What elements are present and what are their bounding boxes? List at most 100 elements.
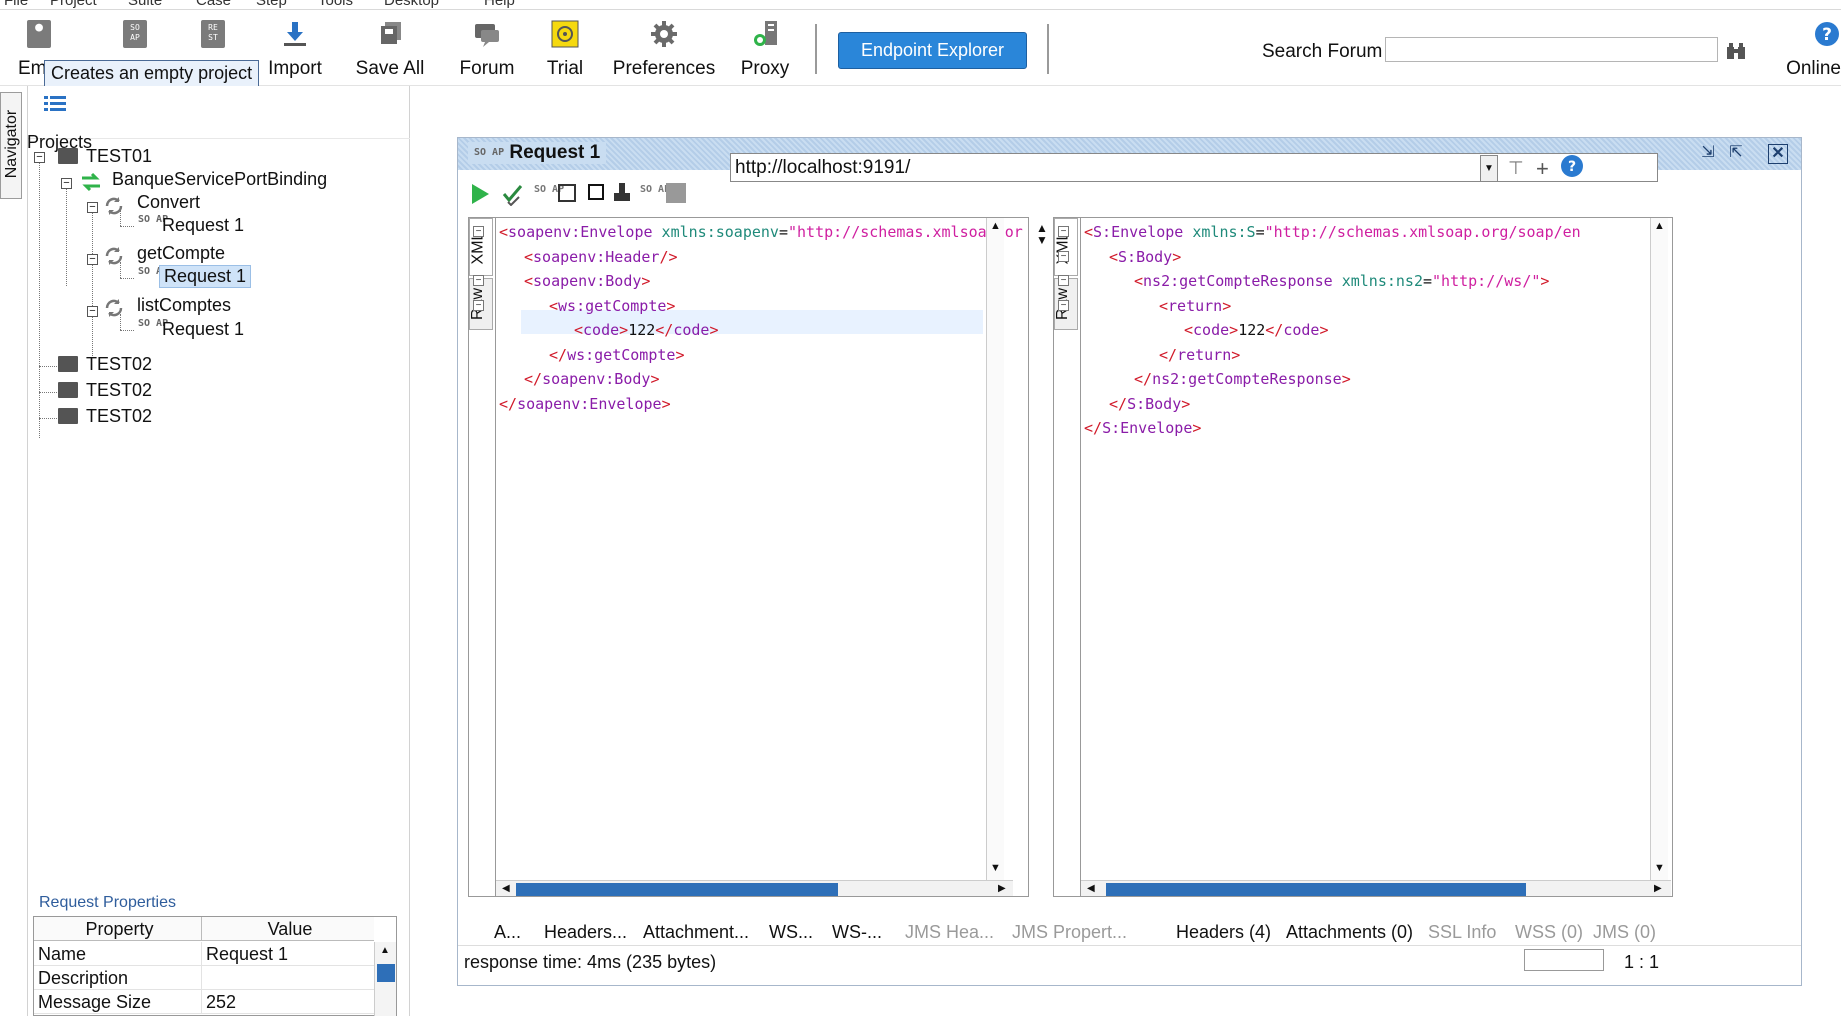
close-icon[interactable]: ✕ (1768, 144, 1788, 164)
scroll-thumb[interactable] (377, 964, 395, 982)
scroll-left-icon[interactable]: ◀ (1087, 883, 1095, 894)
operation-convert[interactable]: Convert (137, 192, 200, 213)
interface-binding[interactable]: BanqueServicePortBinding (112, 169, 327, 190)
forum-button[interactable]: Forum (450, 10, 524, 86)
code-line[interactable]: </ws:getCompte> (549, 343, 684, 367)
code-line[interactable]: <return> (1159, 294, 1231, 318)
operation-getcompte[interactable]: getCompte (137, 243, 225, 264)
scroll-up-icon[interactable]: ▲ (1654, 220, 1665, 232)
fold-toggle[interactable]: − (1058, 275, 1069, 286)
help-icon[interactable]: ? (1560, 154, 1584, 183)
column-header-property[interactable]: Property (34, 917, 202, 941)
cancel-icon[interactable] (666, 183, 686, 203)
property-value[interactable] (202, 966, 374, 990)
scroll-thumb[interactable] (1106, 883, 1526, 896)
table-row[interactable]: Message Size 252 (34, 990, 374, 1014)
code-line[interactable]: <code>122</code> (574, 318, 719, 342)
request-listcomptes-1[interactable]: Request 1 (162, 319, 244, 340)
endpoint-explorer-button[interactable]: Endpoint Explorer (838, 32, 1027, 69)
fold-toggle[interactable]: − (473, 275, 484, 286)
online-help-button[interactable]: ? Online (1775, 10, 1841, 86)
tab-auth[interactable]: A... (494, 922, 521, 943)
maximize-icon[interactable]: ⇱ (1726, 144, 1746, 164)
response-vscroll[interactable]: ▲ ▼ (1650, 218, 1668, 880)
code-line[interactable]: <S:Envelope xmlns:S="http://schemas.xmls… (1084, 220, 1581, 244)
table-row[interactable]: Description (34, 966, 374, 990)
fold-toggle[interactable]: − (473, 226, 484, 237)
code-line[interactable]: </return> (1159, 343, 1240, 367)
menu-help[interactable]: Help (484, 0, 515, 9)
code-line[interactable]: <code>122</code> (1184, 318, 1329, 342)
project-test02[interactable]: TEST02 (86, 354, 152, 375)
tab-jms-properties[interactable]: JMS Propert... (1012, 922, 1127, 943)
code-line[interactable]: </ns2:getCompteResponse> (1134, 367, 1351, 391)
request-xml-content[interactable]: − <soapenv:Envelope xmlns:soapenv="http:/… (473, 220, 1023, 870)
add-icon[interactable]: + (1536, 156, 1549, 182)
fold-toggle[interactable]: − (1058, 226, 1069, 237)
code-line[interactable]: <ns2:getCompteResponse xmlns:ns2="http:/… (1134, 269, 1549, 293)
splitter-arrows-icon[interactable]: ▲ ▼ (1036, 222, 1048, 262)
fold-toggle[interactable]: − (1058, 299, 1069, 311)
expand-toggle[interactable]: − (34, 152, 45, 163)
list-view-icon[interactable] (44, 94, 66, 112)
import-button[interactable]: Import (260, 10, 330, 86)
property-value[interactable]: Request 1 (202, 942, 374, 966)
scroll-up-icon[interactable]: ▲ (380, 945, 390, 956)
tab-ssl-info[interactable]: SSL Info (1428, 922, 1496, 943)
table-row[interactable]: Name Request 1 (34, 942, 374, 966)
scroll-down-icon[interactable]: ▼ (990, 862, 1001, 874)
column-header-value[interactable]: Value (202, 917, 374, 941)
project-test02[interactable]: TEST02 (86, 406, 152, 427)
fit-icon[interactable] (558, 184, 576, 202)
property-value[interactable]: 252 (202, 990, 374, 1014)
add-assertion-icon[interactable] (502, 182, 524, 211)
menu-desktop[interactable]: Desktop (384, 0, 439, 9)
tab-wss[interactable]: WSS (0) (1515, 922, 1583, 943)
scroll-down-icon[interactable]: ▼ (1654, 862, 1665, 874)
response-editor[interactable]: XML Raw −<S:Envelope xmlns:S="http://sch… (1053, 217, 1673, 897)
response-xml-content[interactable]: − <S:Envelope xmlns:S="http://schemas.xml… (1058, 220, 1650, 870)
preferences-button[interactable]: Preferences (610, 10, 718, 86)
url-dropdown-icon[interactable]: ▼ (1480, 155, 1498, 182)
menu-step[interactable]: Step (256, 0, 287, 9)
code-line[interactable]: <soapenv:Header/> (524, 245, 678, 269)
request-getcompte-1[interactable]: Request 1 (159, 265, 252, 288)
project-test01[interactable]: TEST01 (86, 146, 152, 167)
expand-toggle[interactable]: − (61, 178, 72, 189)
tab-request-attachments[interactable]: Attachment... (643, 922, 749, 943)
menu-tools[interactable]: Tools (318, 0, 353, 9)
code-line[interactable]: </soapenv:Body> (524, 367, 659, 391)
scroll-thumb[interactable] (516, 883, 838, 896)
menu-case[interactable]: Case (196, 0, 231, 9)
tab-ws-rm[interactable]: WS-... (832, 922, 882, 943)
navigator-tab[interactable]: Navigator (0, 92, 22, 199)
expand-toggle[interactable]: − (87, 306, 98, 317)
stop-icon[interactable] (588, 184, 604, 200)
code-line[interactable]: </S:Body> (1109, 392, 1190, 416)
scroll-left-icon[interactable]: ◀ (502, 883, 510, 894)
tab-jms[interactable]: JMS (0) (1593, 922, 1656, 943)
response-hscroll[interactable]: ◀ ▶ (1081, 880, 1671, 896)
expand-toggle[interactable]: − (87, 202, 98, 213)
submit-request-icon[interactable] (470, 182, 490, 211)
auth-icon[interactable] (613, 181, 631, 208)
tab-ws-addressing[interactable]: WS... (769, 922, 813, 943)
proxy-button[interactable]: Proxy (735, 10, 795, 86)
request-hscroll[interactable]: ◀ ▶ (496, 880, 1013, 896)
binoculars-icon[interactable] (1725, 41, 1747, 63)
expand-toggle[interactable]: − (87, 254, 98, 265)
project-test02[interactable]: TEST02 (86, 380, 152, 401)
tab-jms-headers[interactable]: JMS Hea... (905, 922, 994, 943)
scroll-right-icon[interactable]: ▶ (1654, 883, 1662, 894)
fold-toggle[interactable]: − (473, 299, 484, 311)
request-convert-1[interactable]: Request 1 (162, 215, 244, 236)
request-vscroll[interactable]: ▲ ▼ (986, 218, 1004, 880)
properties-scrollbar[interactable]: ▲ (374, 942, 396, 1016)
scroll-right-icon[interactable]: ▶ (998, 883, 1006, 894)
request-editor[interactable]: XML Raw −<soapenv:Envelope xmlns:soapenv… (468, 217, 1029, 897)
operation-listcomptes[interactable]: listComptes (137, 295, 231, 316)
menu-file[interactable]: File (4, 0, 28, 9)
menu-project[interactable]: Project (50, 0, 97, 9)
edit-endpoint-icon[interactable]: ⊤ (1508, 158, 1524, 179)
tab-request-headers[interactable]: Headers... (544, 922, 627, 943)
